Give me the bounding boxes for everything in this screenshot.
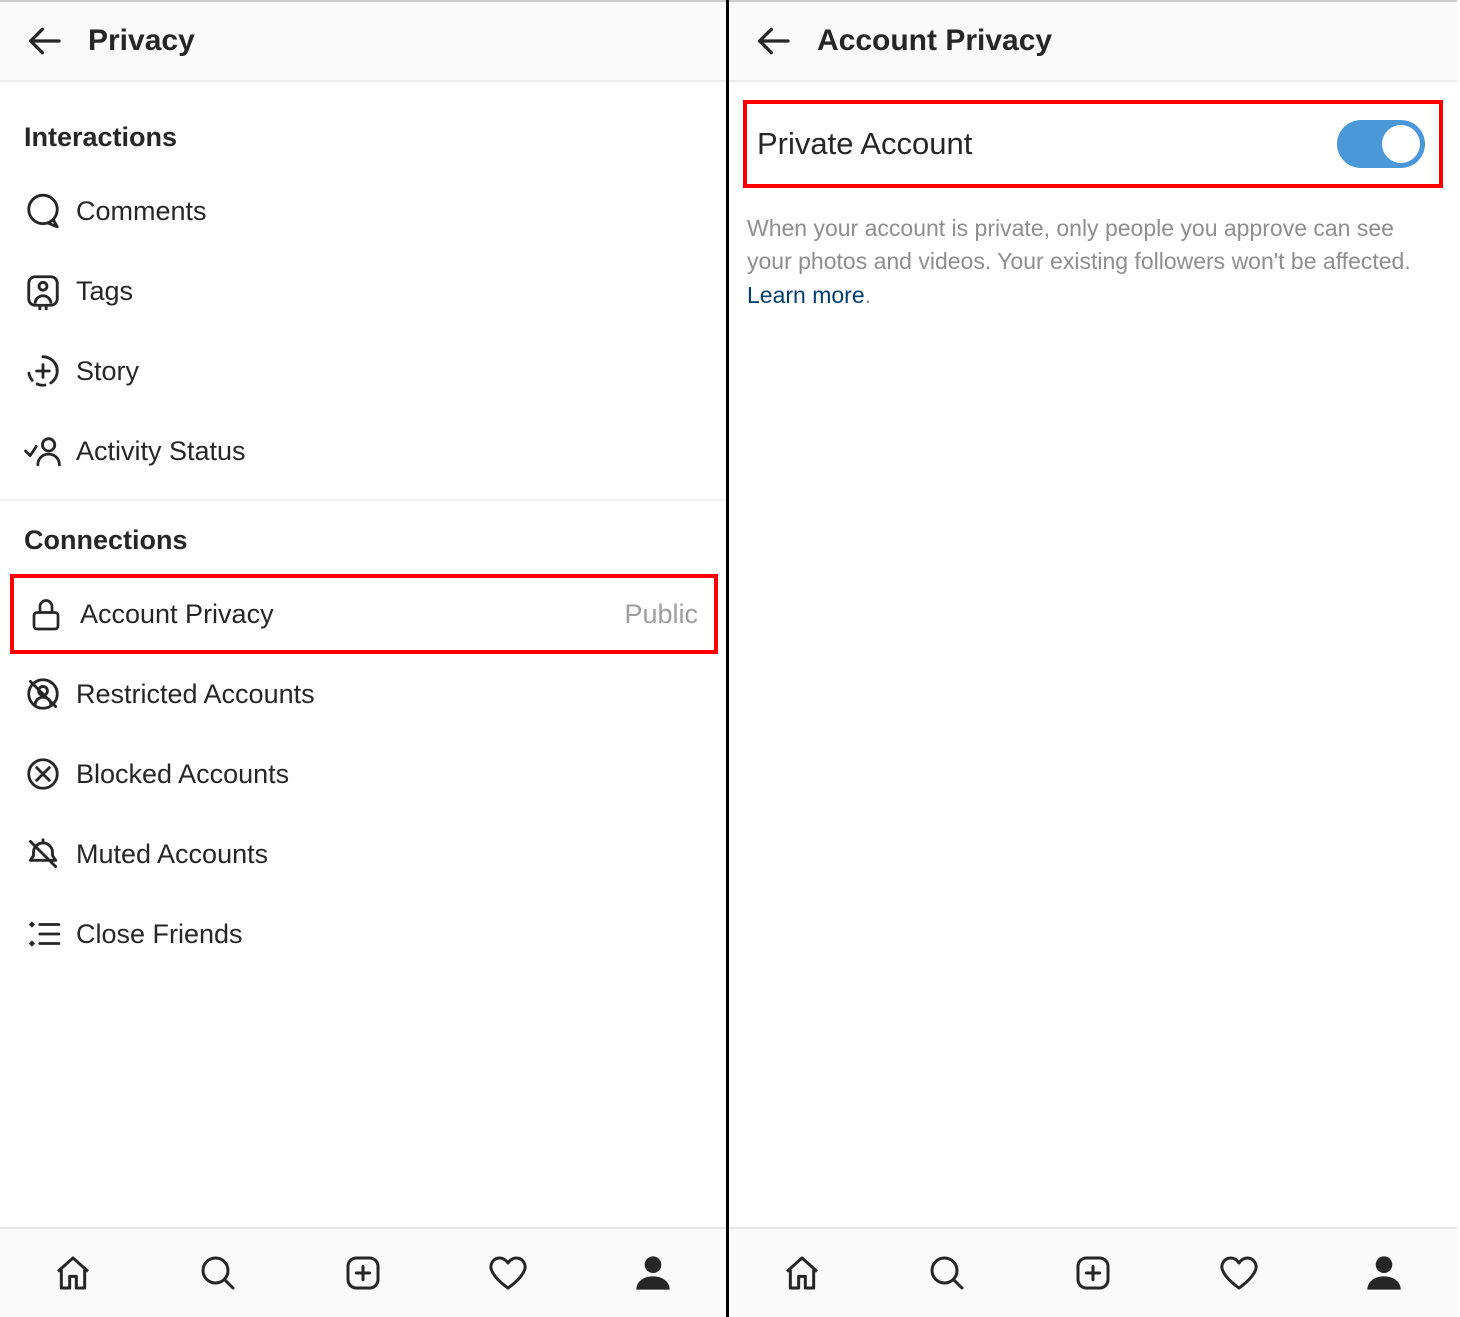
row-label: Comments (76, 196, 207, 227)
home-icon (53, 1253, 93, 1293)
page-title: Privacy (88, 24, 195, 58)
row-label: Activity Status (76, 436, 246, 467)
private-account-label: Private Account (757, 126, 972, 162)
page-title: Account Privacy (817, 24, 1052, 58)
row-account-privacy[interactable]: Account Privacy Public (10, 574, 718, 654)
account-privacy-content: Private Account When your account is pri… (729, 82, 1457, 1227)
account-privacy-screen: Account Privacy Private Account When you… (729, 0, 1457, 1317)
row-label: Close Friends (76, 919, 243, 950)
row-label: Blocked Accounts (76, 759, 289, 790)
learn-more-link[interactable]: Learn more (747, 282, 865, 308)
nav-search[interactable] (194, 1249, 242, 1297)
nav-profile[interactable] (1360, 1249, 1408, 1297)
row-muted-accounts[interactable]: Muted Accounts (0, 814, 726, 894)
row-activity-status[interactable]: Activity Status (0, 411, 726, 491)
privacy-content: Interactions Comments Tags Story Activit… (0, 82, 726, 1227)
heart-icon (1218, 1253, 1260, 1293)
tags-icon (24, 272, 62, 310)
nav-activity[interactable] (1215, 1249, 1263, 1297)
row-tags[interactable]: Tags (0, 251, 726, 331)
add-icon (1073, 1253, 1113, 1293)
period: . (865, 282, 871, 308)
row-blocked-accounts[interactable]: Blocked Accounts (0, 734, 726, 814)
profile-icon (1364, 1253, 1404, 1293)
private-account-toggle[interactable] (1337, 120, 1425, 168)
nav-add[interactable] (1069, 1249, 1117, 1297)
back-arrow-icon (753, 21, 793, 61)
nav-search[interactable] (923, 1249, 971, 1297)
row-label: Restricted Accounts (76, 679, 315, 710)
muted-icon (24, 835, 62, 873)
row-comments[interactable]: Comments (0, 171, 726, 251)
nav-profile[interactable] (629, 1249, 677, 1297)
header: Account Privacy (729, 0, 1457, 82)
comment-icon (24, 192, 62, 230)
row-label: Account Privacy (80, 599, 274, 630)
close-friends-icon (24, 915, 62, 953)
back-arrow-icon (24, 21, 64, 61)
header: Privacy (0, 0, 726, 82)
row-restricted-accounts[interactable]: Restricted Accounts (0, 654, 726, 734)
nav-add[interactable] (339, 1249, 387, 1297)
profile-icon (633, 1253, 673, 1293)
row-label: Muted Accounts (76, 839, 268, 870)
section-heading-connections: Connections (0, 501, 726, 574)
back-button[interactable] (20, 17, 68, 65)
lock-icon (28, 595, 64, 633)
restricted-icon (24, 675, 62, 713)
blocked-icon (24, 755, 62, 793)
privacy-screen: Privacy Interactions Comments Tags Story… (0, 0, 729, 1317)
row-story[interactable]: Story (0, 331, 726, 411)
row-label: Tags (76, 276, 133, 307)
search-icon (198, 1253, 238, 1293)
home-icon (782, 1253, 822, 1293)
search-icon (927, 1253, 967, 1293)
description-text: When your account is private, only peopl… (747, 215, 1411, 274)
private-account-row-highlight: Private Account (743, 100, 1443, 188)
add-icon (343, 1253, 383, 1293)
row-close-friends[interactable]: Close Friends (0, 894, 726, 974)
nav-home[interactable] (778, 1249, 826, 1297)
back-button[interactable] (749, 17, 797, 65)
section-heading-interactions: Interactions (0, 82, 726, 171)
bottom-nav (729, 1227, 1457, 1317)
row-label: Story (76, 356, 139, 387)
activity-status-icon (24, 432, 64, 470)
bottom-nav (0, 1227, 726, 1317)
private-account-description: When your account is private, only peopl… (729, 188, 1457, 312)
private-account-row: Private Account (747, 104, 1439, 184)
story-icon (24, 352, 62, 390)
row-value: Public (624, 599, 698, 630)
nav-home[interactable] (49, 1249, 97, 1297)
toggle-knob (1382, 125, 1420, 163)
nav-activity[interactable] (484, 1249, 532, 1297)
heart-icon (487, 1253, 529, 1293)
